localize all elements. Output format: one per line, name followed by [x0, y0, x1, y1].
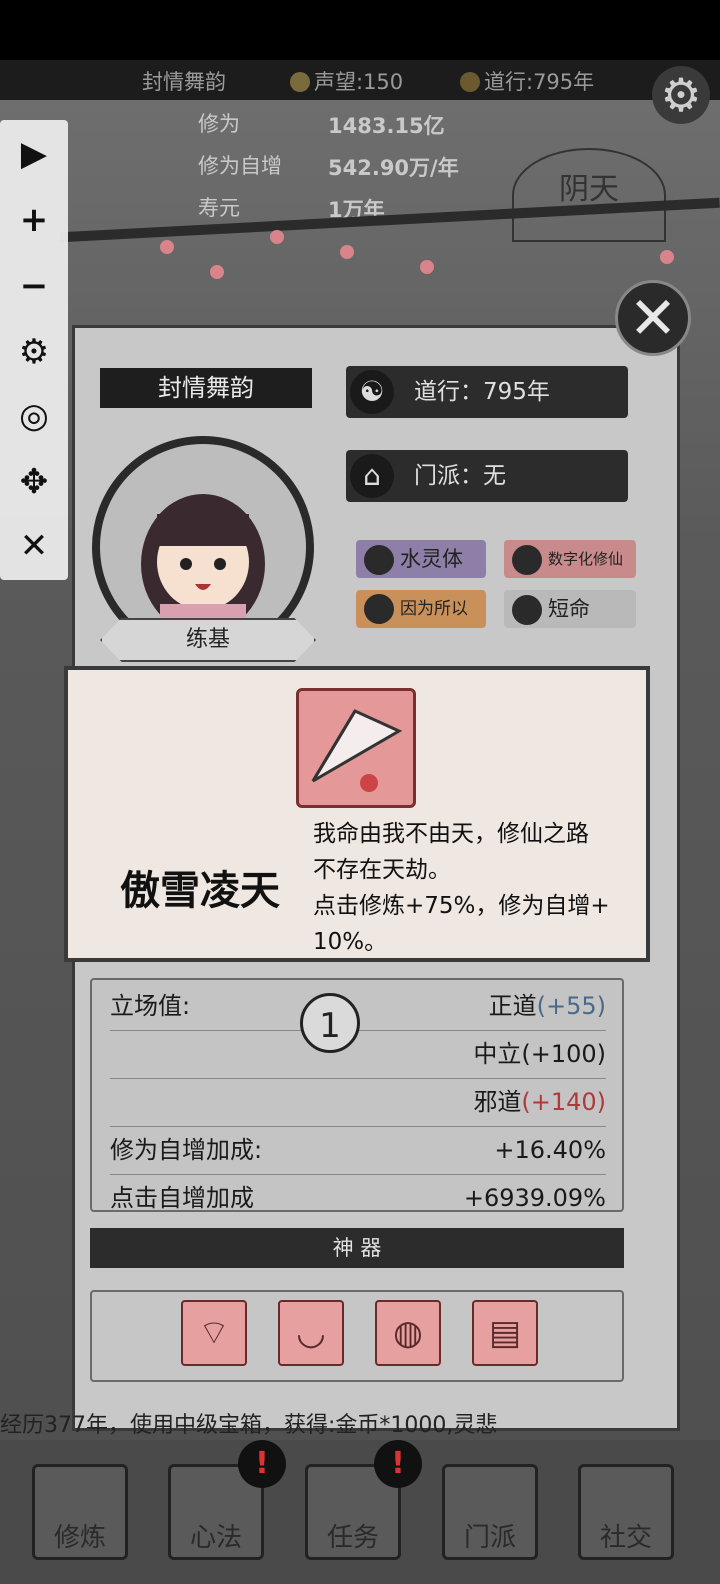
close-icon[interactable]: ✕ [615, 280, 691, 356]
click-bonus-row: 点击自增加成 +6939.09% [110, 1174, 606, 1212]
fist-icon [512, 544, 542, 575]
daoxing-header: 道行:795年 [460, 66, 594, 96]
trait-tag[interactable]: 数字化修仙 [504, 540, 636, 578]
bonus-row: 修为自增加成: +16.40% [110, 1126, 606, 1175]
item-desc-line: 点击修炼+75%，修为自增+ [313, 893, 610, 919]
zoom-in-icon[interactable]: + [0, 192, 68, 248]
item-desc-line: 我命由我不由天，修仙之路 [313, 821, 589, 847]
event-ticker: 经历377年，使用中级宝箱，获得:金币*1000,灵悲 [0, 1413, 498, 1438]
trait-tag[interactable]: 水灵体 [356, 540, 486, 578]
hand-fan-icon[interactable]: ◍ [375, 1300, 441, 1366]
top-band [0, 0, 720, 60]
bowl-icon[interactable]: ◡ [278, 1300, 344, 1366]
yinyang-icon [460, 72, 480, 92]
click-bonus-label: 点击自增加成 [110, 1184, 254, 1212]
blossom [270, 230, 284, 244]
close-icon[interactable]: ✕ [0, 518, 68, 574]
hide-eye-icon[interactable]: ◎ [0, 388, 68, 444]
blossom [340, 245, 354, 259]
trait-tag[interactable]: 因为所以 [356, 590, 486, 628]
temple-icon: ⌂ [350, 454, 394, 498]
sect-bar: ⌂ 门派：无 [346, 450, 628, 502]
stat-label: 寿元 [198, 196, 240, 220]
stat-label: 修为 [198, 112, 240, 136]
stance-badge: 1 [300, 993, 360, 1053]
gear-icon[interactable]: ⚙ [0, 324, 68, 380]
click-bonus-value: +6939.09% [463, 1184, 606, 1212]
alert-icon: ! [238, 1440, 286, 1488]
daoxing-bar: ☯ 道行：795年 [346, 366, 628, 418]
daoxing-text: 道行：795年 [414, 379, 550, 405]
profile-name: 封情舞韵 [100, 368, 312, 408]
alert-icon: ! [374, 1440, 422, 1488]
blossom [210, 265, 224, 279]
stat-value: 1483.15亿 [328, 114, 445, 138]
stat-label: 修为自增 [198, 154, 282, 178]
evil-row: 邪道(+140) [110, 1078, 606, 1127]
play-icon[interactable]: ▶ [0, 126, 68, 182]
stance-label: 立场值: [110, 992, 191, 1020]
stat-value: 542.90万/年 [328, 156, 459, 180]
blossom [660, 250, 674, 264]
bonus-value: +16.40% [494, 1136, 606, 1164]
blossom [160, 240, 174, 254]
item-description: 我命由我不由天，修仙之路 不存在天劫。 点击修炼+75%，修为自增+ 10%。 [313, 816, 643, 960]
nav-cultivate[interactable]: 修炼 [32, 1464, 128, 1560]
floating-toolbar: ▶ + − ⚙ ◎ ✥ ✕ [0, 120, 68, 580]
reputation: 声望:150 [290, 66, 403, 96]
item-desc-line: 不存在天劫。 [313, 857, 451, 883]
fan-icon[interactable] [296, 688, 416, 808]
blossom [420, 260, 434, 274]
player-name: 封情舞韵 [142, 70, 226, 94]
zoom-out-icon[interactable]: − [0, 258, 68, 314]
fan-art [311, 709, 403, 792]
book-icon[interactable]: ▤ [472, 1300, 538, 1366]
artifact-title: 神 器 [90, 1228, 624, 1268]
settings-gear-icon[interactable]: ⚙ [652, 66, 710, 124]
fist-icon [512, 595, 542, 625]
move-icon[interactable]: ✥ [0, 454, 68, 510]
scroll-icon [364, 594, 394, 624]
scroll-icon [364, 545, 394, 575]
fan-icon[interactable]: ⌔ [181, 1300, 247, 1366]
weather-indicator: 阴天 [512, 148, 666, 242]
reputation-icon [290, 72, 310, 92]
trait-tag[interactable]: 短命 [504, 590, 636, 628]
header-bar: 封情舞韵 声望:150 道行:795年 [0, 60, 720, 100]
artifact-slots [90, 1290, 624, 1382]
item-desc-line: 10%。 [313, 929, 388, 955]
bonus-label: 修为自增加成: [110, 1136, 263, 1164]
rank-label: 练基 [100, 618, 316, 662]
yinyang-icon: ☯ [350, 370, 394, 414]
sect-text: 门派：无 [414, 463, 506, 489]
righteous-value: 正道(+55) [488, 992, 606, 1020]
neutral-row: 中立(+100) [110, 1030, 606, 1079]
nav-sect[interactable]: 门派 [442, 1464, 538, 1560]
nav-social[interactable]: 社交 [578, 1464, 674, 1560]
item-name: 傲雪凌天 [120, 868, 280, 914]
